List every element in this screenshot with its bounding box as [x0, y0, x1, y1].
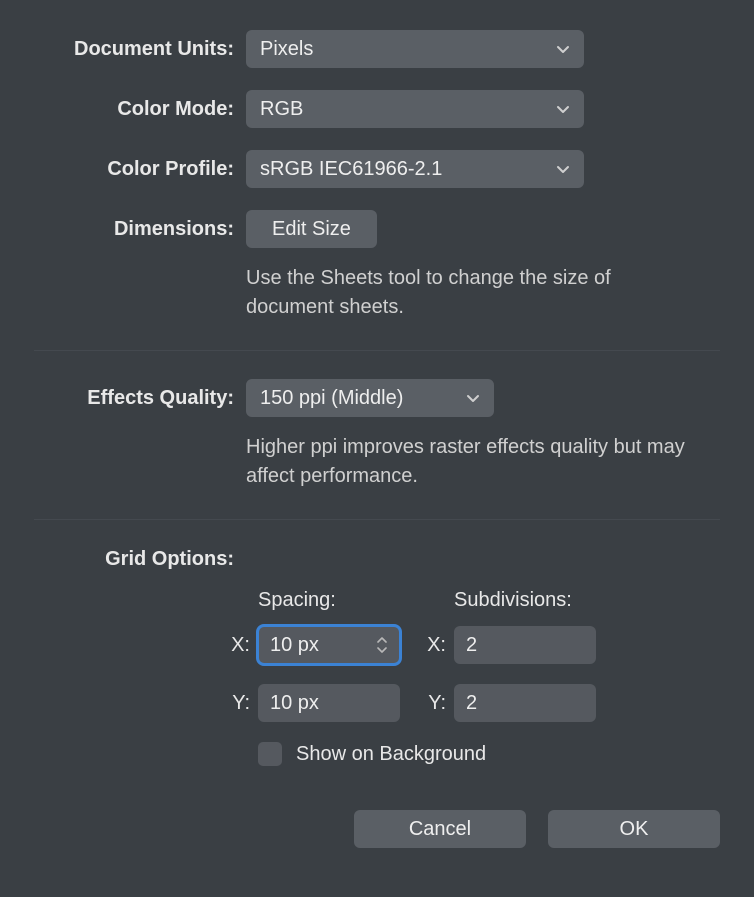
effects-quality-select[interactable]: 150 ppi (Middle) — [246, 379, 494, 417]
color-mode-value: RGB — [260, 98, 303, 121]
grid-options-label: Grid Options: — [34, 548, 246, 571]
divider — [34, 350, 720, 351]
spacing-y-value: 10 px — [270, 692, 319, 715]
color-mode-label: Color Mode: — [34, 98, 246, 121]
effects-help-row: Higher ppi improves raster effects quali… — [34, 427, 720, 491]
cancel-label: Cancel — [409, 818, 471, 841]
color-profile-select[interactable]: sRGB IEC61966-2.1 — [246, 150, 584, 188]
grid-headers: Spacing: Subdivisions: — [258, 589, 720, 612]
ok-button[interactable]: OK — [548, 810, 720, 848]
chevron-down-icon — [556, 42, 570, 56]
dimensions-help-text: Use the Sheets tool to change the size o… — [246, 264, 666, 322]
dimensions-help-row: Use the Sheets tool to change the size o… — [34, 258, 720, 322]
color-mode-select[interactable]: RGB — [246, 90, 584, 128]
grid-options-row: Grid Options: — [34, 548, 720, 571]
spacing-y-label: Y: — [226, 692, 258, 715]
effects-quality-value: 150 ppi (Middle) — [260, 387, 403, 410]
chevron-down-icon — [556, 162, 570, 176]
show-on-background-label: Show on Background — [296, 743, 486, 766]
document-units-value: Pixels — [260, 38, 313, 61]
chevron-down-icon — [556, 102, 570, 116]
spacing-header: Spacing: — [258, 589, 454, 612]
subdivisions-header: Subdivisions: — [454, 589, 650, 612]
edit-size-label: Edit Size — [272, 218, 351, 241]
spacing-y-input[interactable]: 10 px — [258, 684, 400, 722]
dialog-footer: Cancel OK — [0, 766, 754, 848]
chevron-down-icon — [466, 391, 480, 405]
show-on-background-checkbox[interactable] — [258, 742, 282, 766]
settings-panel: Document Units: Pixels Color Mode: RGB C… — [0, 0, 754, 766]
document-units-row: Document Units: Pixels — [34, 30, 720, 68]
edit-size-button[interactable]: Edit Size — [246, 210, 377, 248]
spacing-x-label: X: — [226, 634, 258, 657]
subdiv-y-input[interactable]: 2 — [454, 684, 596, 722]
subdiv-x-label: X: — [422, 634, 454, 657]
effects-help-text: Higher ppi improves raster effects quali… — [246, 433, 686, 491]
grid-area: Spacing: Subdivisions: X: 10 px X: 2 Y: — [258, 589, 720, 766]
spacing-x-value: 10 px — [270, 634, 319, 657]
subdiv-x-input[interactable]: 2 — [454, 626, 596, 664]
effects-quality-label: Effects Quality: — [34, 387, 246, 410]
document-units-label: Document Units: — [34, 38, 246, 61]
effects-quality-row: Effects Quality: 150 ppi (Middle) — [34, 379, 720, 417]
divider — [34, 519, 720, 520]
subdiv-x-value: 2 — [466, 634, 477, 657]
color-profile-row: Color Profile: sRGB IEC61966-2.1 — [34, 150, 720, 188]
color-mode-row: Color Mode: RGB — [34, 90, 720, 128]
document-units-select[interactable]: Pixels — [246, 30, 584, 68]
subdiv-y-label: Y: — [422, 692, 454, 715]
dimensions-row: Dimensions: Edit Size — [34, 210, 720, 248]
color-profile-value: sRGB IEC61966-2.1 — [260, 158, 442, 181]
subdiv-y-value: 2 — [466, 692, 477, 715]
grid-x-row: X: 10 px X: 2 — [258, 626, 720, 664]
ok-label: OK — [620, 818, 649, 841]
dimensions-label: Dimensions: — [34, 218, 246, 241]
color-profile-label: Color Profile: — [34, 158, 246, 181]
show-on-background-row: Show on Background — [258, 742, 720, 766]
grid-y-row: Y: 10 px Y: 2 — [258, 684, 720, 722]
stepper-icon[interactable] — [376, 636, 388, 654]
cancel-button[interactable]: Cancel — [354, 810, 526, 848]
spacing-x-input[interactable]: 10 px — [258, 626, 400, 664]
